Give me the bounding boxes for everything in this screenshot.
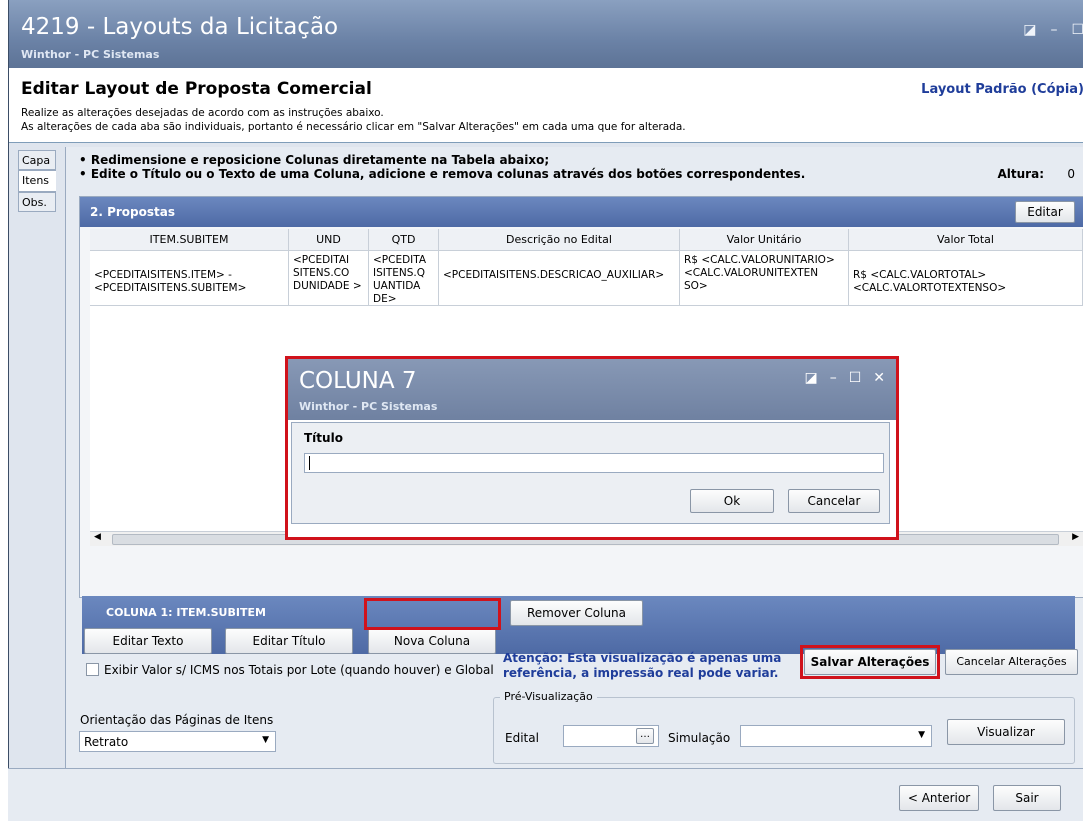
altura-value: 0	[1067, 167, 1075, 181]
remove-column-button[interactable]: Remover Coluna	[510, 600, 643, 626]
tab-itens[interactable]: Itens	[18, 170, 56, 192]
panel-header: 2. Propostas Editar	[80, 197, 1083, 227]
instruction-line-1: Realize as alterações desejadas de acord…	[21, 107, 384, 119]
window-controls: ◪ – ☐	[1009, 22, 1083, 38]
chevron-down-icon[interactable]: ▼	[262, 735, 269, 745]
column-header-descricao[interactable]: Descrição no Edital	[439, 229, 680, 251]
instruction-line-2: As alterações de cada aba são individuai…	[21, 121, 686, 133]
orientation-label: Orientação das Páginas de Itens	[80, 713, 274, 727]
altura-label: Altura:	[997, 167, 1045, 181]
column-header-qtd[interactable]: QTD	[369, 229, 439, 251]
preview-group-title: Pré-Visualização	[500, 690, 597, 703]
column-header-valor-unitario[interactable]: Valor Unitário	[680, 229, 849, 251]
highlight-save-changes	[800, 645, 940, 679]
scroll-right-icon[interactable]: ▶	[1072, 532, 1079, 542]
previous-button[interactable]: < Anterior	[899, 785, 979, 811]
edit-title-button[interactable]: Editar Título	[225, 628, 353, 654]
preview-warning: Atenção: Esta visualização é apenas uma …	[503, 651, 781, 681]
bullet-1: • Redimensione e reposicione Colunas dir…	[79, 153, 550, 167]
page-header: Editar Layout de Proposta Comercial Layo…	[9, 68, 1083, 143]
edit-button[interactable]: Editar	[1015, 201, 1075, 223]
highlight-new-column	[364, 598, 501, 630]
cancel-changes-button[interactable]: Cancelar Alterações	[945, 649, 1078, 675]
simulacao-label: Simulação	[668, 731, 731, 745]
column-header-valor-total[interactable]: Valor Total	[849, 229, 1083, 251]
edital-label: Edital	[505, 731, 539, 745]
window-title: 4219 - Layouts da Licitação	[21, 14, 339, 40]
minimize-icon[interactable]: –	[1050, 22, 1057, 38]
table-cell[interactable]: <PCEDITAI SITENS.CO DUNIDADE >	[289, 251, 369, 306]
bullet-2: • Edite o Título ou o Texto de uma Colun…	[79, 167, 806, 181]
orientation-value: Retrato	[84, 735, 129, 749]
table-cell[interactable]: <PCEDITA ISITENS.Q UANTIDA DE>	[369, 251, 439, 306]
lookup-icon[interactable]: …	[636, 728, 654, 744]
tab-capa[interactable]: Capa	[18, 150, 56, 170]
edit-text-button[interactable]: Editar Texto	[84, 628, 212, 654]
selected-column-title: COLUNA 1: ITEM.SUBITEM	[106, 606, 266, 619]
exit-button[interactable]: Sair	[993, 785, 1061, 811]
icms-checkbox[interactable]	[86, 663, 99, 676]
tab-obs[interactable]: Obs.	[18, 192, 56, 212]
table-cell[interactable]: <PCEDITAISITENS.DESCRICAO_AUXILIAR>	[439, 251, 680, 306]
table-cell[interactable]: R$ <CALC.VALORUNITARIO> <CALC.VALORUNITE…	[680, 251, 849, 306]
table-cell[interactable]: <PCEDITAISITENS.ITEM> - <PCEDITAISITENS.…	[90, 251, 289, 306]
column-header-item[interactable]: ITEM.SUBITEM	[90, 229, 289, 251]
edital-input[interactable]: …	[563, 725, 659, 747]
simulacao-select[interactable]: ▼	[740, 725, 932, 747]
title-bar: 4219 - Layouts da Licitação Winthor - PC…	[9, 0, 1083, 68]
scroll-left-icon[interactable]: ◀	[94, 532, 101, 542]
layout-name[interactable]: Layout Padrão (Cópia)	[921, 82, 1083, 97]
icms-checkbox-label: Exibir Valor s/ ICMS nos Totais por Lote…	[104, 663, 494, 677]
chevron-down-icon[interactable]: ▼	[918, 730, 925, 740]
window-subtitle: Winthor - PC Sistemas	[21, 48, 160, 61]
column-header-und[interactable]: UND	[289, 229, 369, 251]
warning-line-2: referência, a impressão real pode variar…	[503, 666, 779, 680]
page-title: Editar Layout de Proposta Comercial	[21, 79, 372, 99]
maximize-icon[interactable]: ☐	[1071, 22, 1083, 38]
restore-icon[interactable]: ◪	[1023, 22, 1036, 38]
panel-title: 2. Propostas	[90, 205, 175, 219]
orientation-select[interactable]: Retrato ▼	[79, 731, 276, 752]
new-column-button[interactable]: Nova Coluna	[368, 628, 496, 654]
highlight-dialog	[285, 356, 899, 540]
table-cell[interactable]: R$ <CALC.VALORTOTAL> <CALC.VALORTOTEXTEN…	[849, 251, 1083, 306]
warning-line-1: Atenção: Esta visualização é apenas uma	[503, 651, 782, 665]
visualize-button[interactable]: Visualizar	[947, 719, 1065, 745]
